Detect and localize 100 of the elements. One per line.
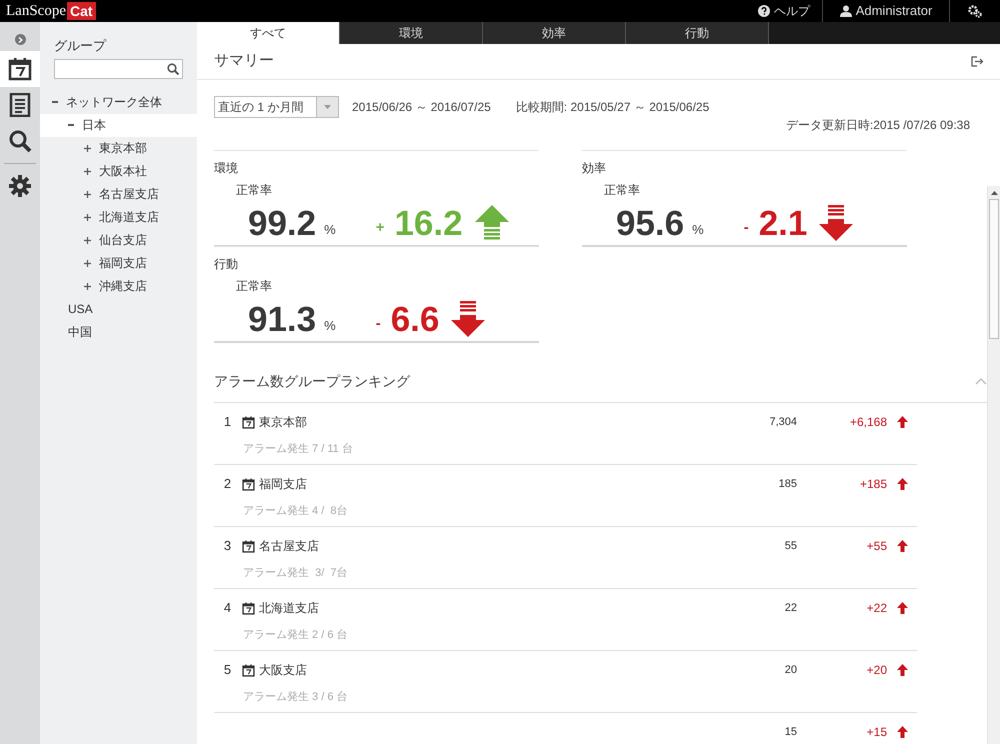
page-title: サマリー <box>214 51 274 72</box>
metric-value: 95.6 <box>616 206 684 241</box>
tab[interactable]: 効率 <box>483 22 626 44</box>
alarm-summary: アラーム発生 2 / 6 台 <box>243 628 348 643</box>
alarm-summary: アラーム発生 4 / 8台 <box>243 504 348 519</box>
expand-icon[interactable] <box>84 190 91 198</box>
rank-number: 1 <box>222 413 232 432</box>
delta-value: 2.1 <box>758 206 808 241</box>
rank-number: 4 <box>222 599 232 618</box>
delta-sign: - <box>744 218 749 238</box>
expand-icon[interactable] <box>84 214 91 220</box>
tree-item[interactable]: 沖縄支店 <box>40 274 197 298</box>
gears-icon <box>968 4 982 18</box>
group-search-field[interactable] <box>54 58 183 78</box>
rank-number: 3 <box>222 537 232 556</box>
period-dropdown[interactable]: 直近の 1 か月間 <box>214 96 339 118</box>
calendar-icon <box>242 664 255 676</box>
alarm-count: 15 <box>784 724 797 740</box>
calendar-icon <box>242 602 255 614</box>
group-title: グループ <box>54 37 106 55</box>
tree-item[interactable]: 東京本部 <box>40 136 197 160</box>
tree-item[interactable]: 北海道支店 <box>40 206 197 228</box>
expand-icon[interactable] <box>84 260 91 266</box>
up-arrow-icon <box>896 540 908 552</box>
metric-label: 正常率 <box>604 182 640 199</box>
ranking-title: アラーム数グループランキング <box>214 372 410 391</box>
rank-number: 2 <box>222 475 232 494</box>
alarm-count: 7,304 <box>768 414 797 430</box>
tree-item[interactable]: 大阪本社 <box>40 160 197 182</box>
scroll-up-icon[interactable] <box>990 191 998 195</box>
document-icon <box>9 93 31 117</box>
calendar-icon <box>242 478 255 490</box>
alarm-count: 20 <box>784 662 797 678</box>
percent-unit: % <box>692 220 704 238</box>
expand-icon[interactable] <box>84 282 91 290</box>
alarm-summary: アラーム発生 3 / 6 台 <box>243 690 348 705</box>
help-icon <box>758 5 770 17</box>
metric-label: 正常率 <box>236 182 272 199</box>
metric-category: 環境 <box>214 160 238 177</box>
group-name[interactable]: 東京本部 <box>259 413 307 431</box>
calendar-icon <box>242 540 255 552</box>
tab[interactable]: すべて <box>197 22 340 44</box>
up-arrow-icon <box>896 416 908 428</box>
expand-icon[interactable] <box>84 144 91 152</box>
settings-icon <box>8 174 32 198</box>
tab[interactable]: 行動 <box>626 22 769 44</box>
comparison-period: 比較期間: 2015/05/27 ～ 2015/06/25 <box>516 99 710 116</box>
up-arrow-icon <box>896 602 908 614</box>
alarm-summary: アラーム発生 7 / 11 台 <box>243 442 353 457</box>
search-icon <box>167 62 179 74</box>
scroll-thumb[interactable] <box>989 199 999 339</box>
caret-icon <box>324 105 331 109</box>
alarm-count: 22 <box>784 600 797 616</box>
sidebar-nav-button[interactable] <box>0 51 40 87</box>
export-icon[interactable] <box>971 56 983 67</box>
tree-item[interactable]: 日本 <box>40 114 197 136</box>
metric-category: 効率 <box>582 160 606 177</box>
alarm-change: +20 <box>866 662 887 679</box>
alarm-change: +22 <box>866 600 887 617</box>
alarm-change: +15 <box>866 724 887 741</box>
calendar-icon <box>242 416 255 428</box>
tree-item[interactable]: 仙台支店 <box>40 228 197 252</box>
delta-sign: + <box>376 218 384 238</box>
alarm-count: 55 <box>784 538 797 554</box>
metric-category: 行動 <box>214 256 238 273</box>
group-name[interactable]: 北海道支店 <box>259 599 319 617</box>
rank-number: 5 <box>222 661 232 680</box>
delta-sign: - <box>376 314 381 334</box>
expand-rail-button[interactable] <box>14 34 26 45</box>
tree-item[interactable]: USA <box>40 298 197 320</box>
up-arrow-icon <box>896 478 908 490</box>
chevron-right-icon <box>18 36 22 42</box>
alarm-change: +6,168 <box>848 414 887 431</box>
user-button[interactable]: Administrator <box>823 0 949 22</box>
tab[interactable]: 環境 <box>340 22 483 44</box>
alarm-change: +55 <box>866 538 887 555</box>
alarm-summary: アラーム発生 3/ 7台 <box>243 566 348 581</box>
tree-item[interactable]: 中国 <box>40 320 197 344</box>
search-icon <box>8 129 32 153</box>
tree-item[interactable]: 名古屋支店 <box>40 182 197 206</box>
group-name[interactable]: 福岡支店 <box>259 475 307 493</box>
metric-value: 91.3 <box>248 302 316 337</box>
delta-value: 16.2 <box>394 206 463 241</box>
group-name[interactable]: 名古屋支店 <box>259 537 319 555</box>
metric-value: 99.2 <box>248 206 316 241</box>
group-name[interactable]: 大阪支店 <box>259 661 307 679</box>
expand-icon[interactable] <box>84 168 91 174</box>
calendar-icon <box>8 57 32 81</box>
expand-icon[interactable] <box>84 236 91 244</box>
alarm-count: 185 <box>778 476 797 492</box>
up-arrow-icon <box>896 726 908 738</box>
tree-item[interactable]: ネットワーク全体 <box>40 90 197 114</box>
percent-unit: % <box>324 220 336 238</box>
up-arrow-icon <box>896 664 908 676</box>
percent-unit: % <box>324 316 336 334</box>
user-icon <box>840 5 852 17</box>
tree-item[interactable]: 福岡支店 <box>40 252 197 274</box>
data-updated-time: データ更新日時:2015 /07/26 09:38 <box>786 117 970 134</box>
period-range: 2015/06/26 ～ 2016/07/25 <box>352 99 491 116</box>
help-button[interactable]: ヘルプ <box>746 0 822 22</box>
